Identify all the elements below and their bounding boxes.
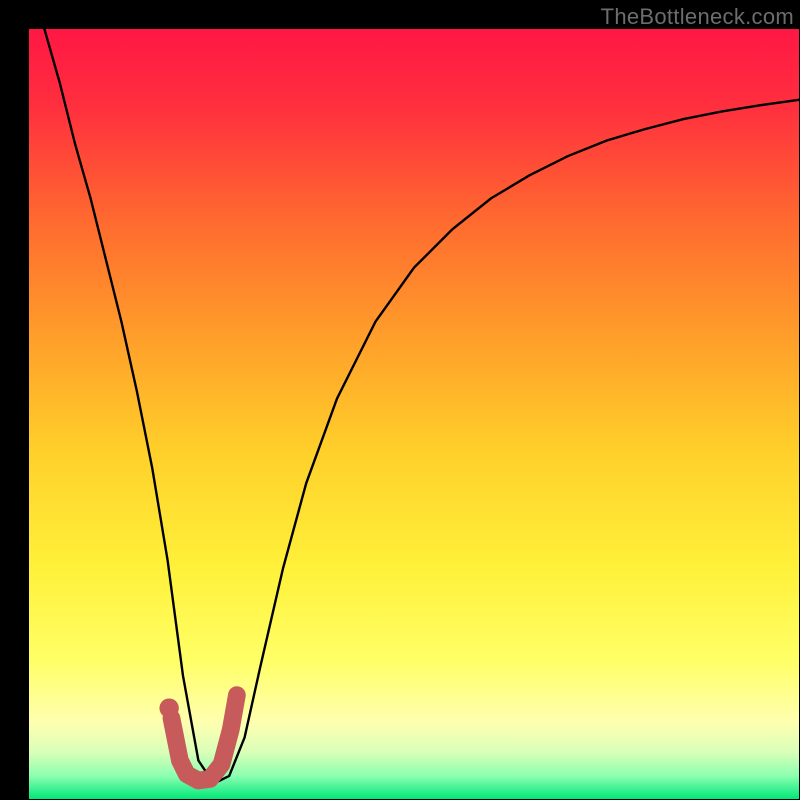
watermark-text: TheBottleneck.com [601,4,794,30]
chart-stage: TheBottleneck.com [0,0,800,800]
curves-layer [29,29,799,799]
j-marker-dot [159,698,178,717]
bottleneck-curve [44,29,799,784]
plot-area [29,29,799,799]
